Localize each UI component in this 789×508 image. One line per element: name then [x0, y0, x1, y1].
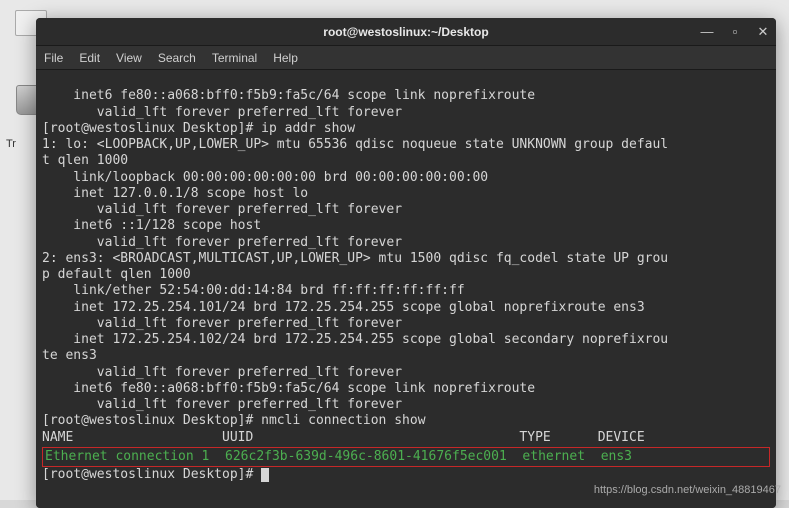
term-line: inet 172.25.254.101/24 brd 172.25.254.25…: [42, 300, 645, 315]
menu-file[interactable]: File: [44, 51, 63, 65]
term-line: valid_lft forever preferred_lft forever: [42, 105, 402, 120]
menu-terminal[interactable]: Terminal: [212, 51, 257, 65]
term-line: 1: lo: <LOOPBACK,UP,LOWER_UP> mtu 65536 …: [42, 137, 668, 152]
prompt: [root@westoslinux Desktop]#: [42, 413, 261, 428]
term-line: inet 127.0.0.1/8 scope host lo: [42, 186, 308, 201]
term-line: t qlen 1000: [42, 153, 128, 168]
prompt: [root@westoslinux Desktop]#: [42, 467, 261, 482]
command: nmcli connection show: [261, 413, 425, 428]
terminal-body[interactable]: inet6 fe80::a068:bff0:f5b9:fa5c/64 scope…: [36, 70, 776, 508]
prompt: [root@westoslinux Desktop]#: [42, 121, 261, 136]
highlighted-row: Ethernet connection 1 626c2f3b-639d-496c…: [42, 447, 770, 467]
maximize-button[interactable]: ▫: [728, 25, 742, 39]
watermark: https://blog.csdn.net/weixin_48819467: [594, 484, 781, 496]
term-line: valid_lft forever preferred_lft forever: [42, 365, 402, 380]
close-button[interactable]: ✕: [756, 25, 770, 39]
term-line: inet6 fe80::a068:bff0:f5b9:fa5c/64 scope…: [42, 88, 535, 103]
titlebar: root@westoslinux:~/Desktop — ▫ ✕: [36, 18, 776, 46]
term-line: p default qlen 1000: [42, 267, 191, 282]
terminal-window: root@westoslinux:~/Desktop — ▫ ✕ File Ed…: [36, 18, 776, 508]
term-line: 2: ens3: <BROADCAST,MULTICAST,UP,LOWER_U…: [42, 251, 668, 266]
term-line: valid_lft forever preferred_lft forever: [42, 316, 402, 331]
term-line: inet6 ::1/128 scope host: [42, 218, 261, 233]
term-line: valid_lft forever preferred_lft forever: [42, 397, 402, 412]
term-line: inet 172.25.254.102/24 brd 172.25.254.25…: [42, 332, 668, 347]
menu-help[interactable]: Help: [273, 51, 298, 65]
menu-search[interactable]: Search: [158, 51, 196, 65]
cursor: [261, 468, 269, 482]
menu-edit[interactable]: Edit: [79, 51, 100, 65]
window-controls: — ▫ ✕: [700, 25, 770, 39]
term-line: te ens3: [42, 348, 97, 363]
term-line: valid_lft forever preferred_lft forever: [42, 202, 402, 217]
menu-view[interactable]: View: [116, 51, 142, 65]
trash-label: Tr: [6, 138, 16, 150]
term-line: link/loopback 00:00:00:00:00:00 brd 00:0…: [42, 170, 488, 185]
term-line: link/ether 52:54:00:dd:14:84 brd ff:ff:f…: [42, 283, 465, 298]
term-line: inet6 fe80::a068:bff0:f5b9:fa5c/64 scope…: [42, 381, 535, 396]
minimize-button[interactable]: —: [700, 25, 714, 39]
window-title: root@westoslinux:~/Desktop: [323, 25, 488, 39]
command: ip addr show: [261, 121, 355, 136]
connection-row: Ethernet connection 1 626c2f3b-639d-496c…: [45, 449, 632, 464]
term-line: valid_lft forever preferred_lft forever: [42, 235, 402, 250]
table-header: NAME UUID TYPE DEVICE: [42, 430, 645, 445]
menubar: File Edit View Search Terminal Help: [36, 46, 776, 70]
